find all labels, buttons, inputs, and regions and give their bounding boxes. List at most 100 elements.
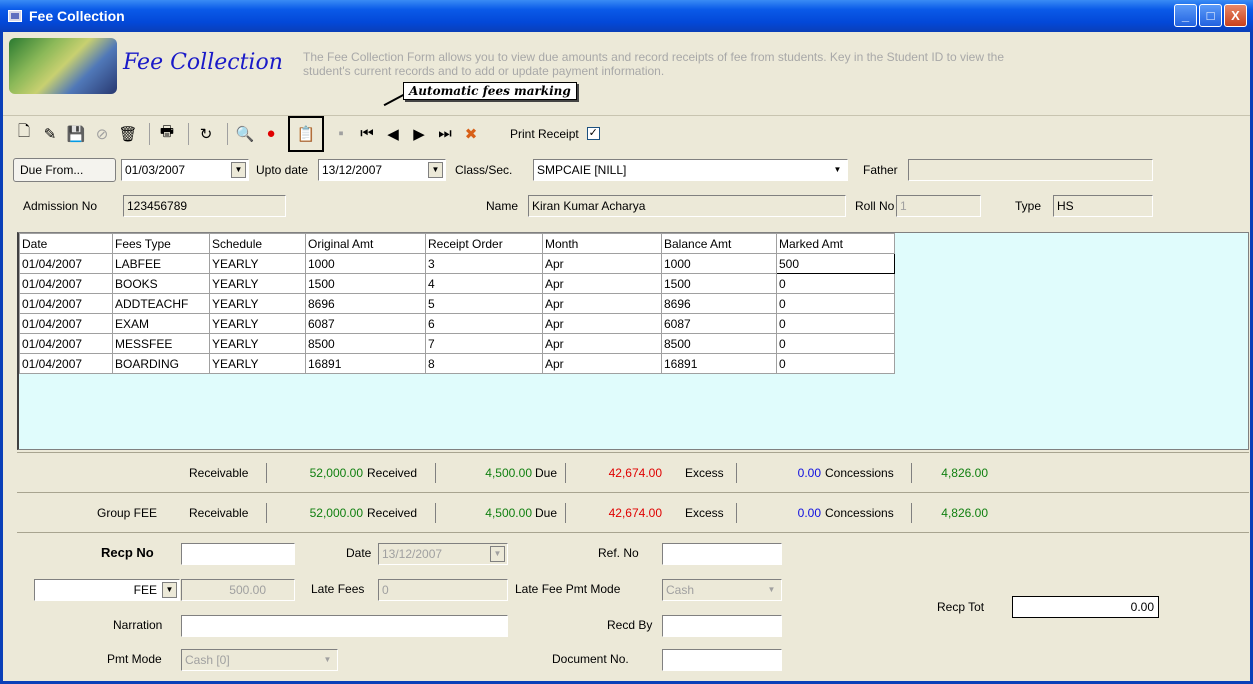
- pmt-mode-dropdown[interactable]: Cash [0] ▼: [181, 649, 338, 671]
- close-button[interactable]: X: [1224, 4, 1247, 27]
- next-record-icon[interactable]: ▶: [408, 123, 430, 145]
- table-cell[interactable]: 16891: [305, 353, 426, 374]
- table-cell[interactable]: 8696: [661, 293, 777, 314]
- table-cell[interactable]: 8696: [305, 293, 426, 314]
- table-row[interactable]: 01/04/2007 MESSFEE YEARLY 8500 7 Apr 8500 0: [19, 333, 895, 354]
- stop-icon[interactable]: ●: [260, 123, 282, 145]
- table-cell[interactable]: 1500: [305, 273, 426, 294]
- student-name-field[interactable]: Kiran Kumar Acharya: [528, 195, 846, 217]
- table-cell[interactable]: 8500: [305, 333, 426, 354]
- table-cell[interactable]: YEARLY: [209, 273, 306, 294]
- table-cell[interactable]: 8500: [661, 333, 777, 354]
- refresh-icon[interactable]: ↻: [195, 123, 217, 145]
- table-cell[interactable]: Apr: [542, 253, 662, 274]
- table-cell[interactable]: 8: [425, 353, 543, 374]
- late-fee-pmt-mode-dropdown[interactable]: Cash ▼: [662, 579, 782, 601]
- receipt-date-picker[interactable]: 13/12/2007 ▼: [378, 543, 508, 565]
- class-sec-dropdown[interactable]: SMPCAIE [NILL] ▼: [533, 159, 848, 181]
- upto-date-picker[interactable]: 13/12/2007 ▼: [318, 159, 446, 181]
- table-cell[interactable]: Apr: [542, 273, 662, 294]
- father-field[interactable]: [908, 159, 1153, 181]
- table-cell[interactable]: BOOKS: [112, 273, 210, 294]
- table-cell[interactable]: 01/04/2007: [19, 353, 113, 374]
- exit-icon[interactable]: ✖: [460, 123, 482, 145]
- chevron-down-icon[interactable]: ▼: [428, 162, 443, 178]
- chevron-down-icon[interactable]: ▼: [231, 162, 246, 178]
- title-bar[interactable]: Fee Collection _ □ X: [0, 0, 1253, 32]
- column-header[interactable]: Fees Type: [112, 233, 210, 254]
- table-cell[interactable]: YEARLY: [209, 253, 306, 274]
- find-icon[interactable]: 🔍: [234, 123, 256, 145]
- table-cell[interactable]: 01/04/2007: [19, 333, 113, 354]
- table-cell[interactable]: 0: [776, 313, 895, 334]
- fee-type-dropdown[interactable]: FEE ▼: [34, 579, 180, 601]
- table-row[interactable]: 01/04/2007 BOOKS YEARLY 1500 4 Apr 1500 0: [19, 273, 895, 294]
- table-cell[interactable]: YEARLY: [209, 353, 306, 374]
- table-cell[interactable]: 0: [776, 293, 895, 314]
- chevron-down-icon[interactable]: ▼: [764, 582, 779, 598]
- table-cell[interactable]: EXAM: [112, 313, 210, 334]
- table-row[interactable]: 01/04/2007 BOARDING YEARLY 16891 8 Apr 16891 0: [19, 353, 895, 374]
- column-header[interactable]: Month: [542, 233, 662, 254]
- type-field[interactable]: HS: [1053, 195, 1153, 217]
- table-row[interactable]: 01/04/2007 ADDTEACHF YEARLY 8696 5 Apr 8696 0: [19, 293, 895, 314]
- table-cell[interactable]: Apr: [542, 333, 662, 354]
- chevron-down-icon[interactable]: ▼: [490, 546, 505, 562]
- recd-by-field[interactable]: [662, 615, 782, 637]
- table-cell[interactable]: ADDTEACHF: [112, 293, 210, 314]
- column-header[interactable]: Schedule: [209, 233, 306, 254]
- table-cell[interactable]: 01/04/2007: [19, 253, 113, 274]
- table-cell[interactable]: 1500: [661, 273, 777, 294]
- previous-record-icon[interactable]: ◀: [382, 123, 404, 145]
- table-cell[interactable]: 1000: [305, 253, 426, 274]
- roll-no-field[interactable]: 1: [896, 195, 981, 217]
- table-cell[interactable]: 01/04/2007: [19, 293, 113, 314]
- table-cell[interactable]: 01/04/2007: [19, 313, 113, 334]
- new-icon[interactable]: 🗋: [13, 123, 35, 145]
- table-cell[interactable]: 0: [776, 333, 895, 354]
- table-cell[interactable]: 5: [425, 293, 543, 314]
- cancel-icon[interactable]: ⊘: [91, 123, 113, 145]
- chevron-down-icon[interactable]: ▼: [320, 652, 335, 668]
- table-cell[interactable]: YEARLY: [209, 313, 306, 334]
- maximize-button[interactable]: □: [1199, 4, 1222, 27]
- admission-no-field[interactable]: 123456789: [123, 195, 286, 217]
- print-receipt-checkbox[interactable]: ✓: [586, 127, 600, 140]
- table-cell[interactable]: Apr: [542, 293, 662, 314]
- table-row[interactable]: 01/04/2007 LABFEE YEARLY 1000 3 Apr 1000 500: [19, 253, 895, 274]
- due-from-date-picker[interactable]: 01/03/2007 ▼: [121, 159, 249, 181]
- automatic-fees-marking-icon[interactable]: 📋: [288, 115, 324, 152]
- table-cell[interactable]: 16891: [661, 353, 777, 374]
- column-header[interactable]: Marked Amt: [776, 233, 895, 254]
- chevron-down-icon[interactable]: ▼: [830, 162, 845, 178]
- table-cell[interactable]: 6087: [661, 313, 777, 334]
- table-cell[interactable]: Apr: [542, 353, 662, 374]
- recp-tot-field[interactable]: 0.00: [1012, 596, 1159, 618]
- document-no-field[interactable]: [662, 649, 782, 671]
- table-cell[interactable]: LABFEE: [112, 253, 210, 274]
- table-cell[interactable]: MESSFEE: [112, 333, 210, 354]
- minimize-button[interactable]: _: [1174, 4, 1197, 27]
- chevron-down-icon[interactable]: ▼: [162, 582, 177, 598]
- column-header[interactable]: Receipt Order: [425, 233, 543, 254]
- table-cell[interactable]: 6: [425, 313, 543, 334]
- disabled-tool-icon[interactable]: ▪: [330, 123, 352, 145]
- table-cell[interactable]: 4: [425, 273, 543, 294]
- amount-field[interactable]: 500.00: [181, 579, 295, 601]
- table-cell[interactable]: 500: [776, 253, 895, 274]
- column-header[interactable]: Original Amt: [305, 233, 426, 254]
- ref-no-field[interactable]: [662, 543, 782, 565]
- column-header[interactable]: Balance Amt: [661, 233, 777, 254]
- recp-no-field[interactable]: [181, 543, 295, 565]
- table-cell[interactable]: 6087: [305, 313, 426, 334]
- column-header[interactable]: Date: [19, 233, 113, 254]
- narration-field[interactable]: [181, 615, 508, 637]
- table-row[interactable]: 01/04/2007 EXAM YEARLY 6087 6 Apr 6087 0: [19, 313, 895, 334]
- table-cell[interactable]: YEARLY: [209, 293, 306, 314]
- table-cell[interactable]: 0: [776, 273, 895, 294]
- table-cell[interactable]: 7: [425, 333, 543, 354]
- table-cell[interactable]: Apr: [542, 313, 662, 334]
- edit-icon[interactable]: ✎: [39, 123, 61, 145]
- print-icon[interactable]: 🖶: [156, 123, 178, 145]
- save-icon[interactable]: 💾: [65, 123, 87, 145]
